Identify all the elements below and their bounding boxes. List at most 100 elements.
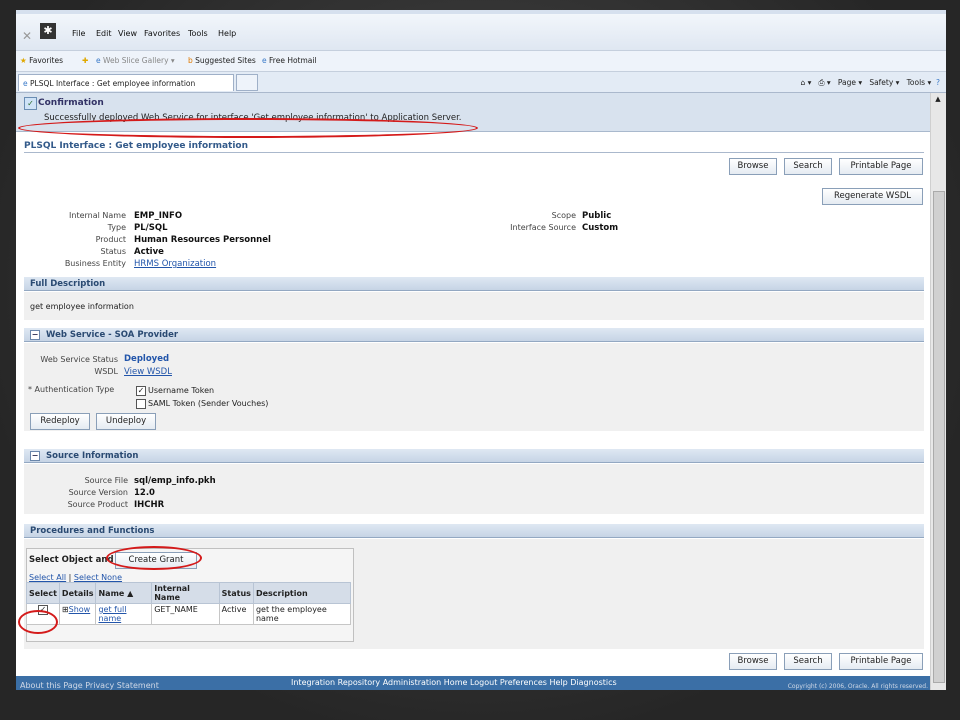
saml-token-label: SAML Token (Sender Vouches) [148,399,269,408]
footer-links[interactable]: Integration Repository Administration Ho… [291,678,617,687]
interface-source-label: Interface Source [510,223,576,232]
printable-page-button[interactable]: Printable Page [839,158,923,175]
new-tab-button[interactable] [236,74,258,91]
browser-tab-active[interactable]: e PLSQL Interface : Get employee informa… [18,74,234,91]
menu-favorites[interactable]: Favorites [144,29,180,38]
footer-about-links[interactable]: About this Page Privacy Statement [20,681,159,690]
source-info-body: Source File sql/emp_info.pkh Source Vers… [24,464,924,514]
menu-view[interactable]: View [118,29,137,38]
web-service-header[interactable]: − Web Service - SOA Provider [24,328,924,342]
web-service-body: Web Service Status Deployed WSDL View WS… [24,343,924,431]
confirmation-icon: ✓ [24,97,37,110]
favorites-item-suggested[interactable]: b Suggested Sites [188,56,256,65]
auth-type-label: * Authentication Type [28,385,115,394]
row-details-cell: ⊞Show [58,603,97,625]
menu-tools[interactable]: Tools [188,29,208,38]
favorites-item-label: Suggested Sites [195,56,256,65]
internal-name-label: Internal Name [69,211,126,220]
menu-file[interactable]: File [72,29,85,38]
procedure-name-link[interactable]: get full name [98,605,126,623]
favorites-item-web-slice[interactable]: e Web Slice Gallery ▾ [96,56,175,65]
select-all-link[interactable]: Select All [29,573,66,582]
show-details-link[interactable]: Show [69,605,91,614]
page-content: ✓ Confirmation Successfully deployed Web… [16,93,931,690]
row-description: get the employee name [252,603,352,625]
search-button-bottom[interactable]: Search [784,653,832,670]
column-details: Details [58,582,97,604]
star-icon: ★ [20,56,27,65]
view-wsdl-link[interactable]: View WSDL [124,367,172,377]
printable-page-button-bottom[interactable]: Printable Page [839,653,923,670]
tab-title: PLSQL Interface : Get employee informati… [30,79,196,88]
source-product-label: Source Product [67,500,128,509]
browse-button[interactable]: Browse [729,158,777,175]
select-links: Select All | Select None [29,573,123,582]
column-status: Status [218,582,254,604]
home-icon[interactable]: ⌂ ▾ [800,78,811,87]
menu-edit[interactable]: Edit [96,29,112,38]
ie-icon: e [262,56,267,65]
favorites-label: Favorites [29,56,64,65]
help-icon[interactable]: ? [936,78,940,87]
ie-icon: e [96,56,101,65]
row-status: Active [218,603,254,625]
annotation-circle-select [18,610,58,634]
screen-background: ✕ ✱ File Edit View Favorites Tools Help … [0,0,960,720]
source-version-label: Source Version [68,488,128,497]
full-description-text: get employee information [30,302,134,311]
username-token-checkbox[interactable]: ✓ [136,386,146,396]
close-icon[interactable]: ✕ [22,29,32,43]
row-name-cell: get full name [95,603,153,625]
annotation-circle-confirmation [18,118,478,138]
redeploy-button[interactable]: Redeploy [30,413,90,430]
web-service-header-label: Web Service - SOA Provider [46,330,179,340]
full-description-header: Full Description [24,277,924,291]
add-favorite-icon[interactable]: ✚ [82,56,88,65]
browser-window: ✕ ✱ File Edit View Favorites Tools Help … [16,10,946,690]
business-entity-label: Business Entity [64,259,126,268]
status-value: Active [134,247,164,257]
select-object-label: Select Object and [29,555,114,565]
favorites-button[interactable]: ★ Favorites [20,56,63,65]
browser-menubar: ✕ ✱ File Edit View Favorites Tools Help [16,14,946,51]
favorites-item-label: Free Hotmail [269,56,317,65]
scope-label: Scope [551,211,576,220]
browser-tabbar: e PLSQL Interface : Get employee informa… [16,72,946,93]
page-title: PLSQL Interface : Get employee informati… [24,141,249,151]
saml-token-checkbox[interactable] [136,399,146,409]
scroll-up-icon[interactable]: ▲ [933,95,943,105]
browse-button-bottom[interactable]: Browse [729,653,777,670]
favorites-item-hotmail[interactable]: e Free Hotmail [262,56,317,65]
ws-status-value: Deployed [124,354,170,364]
search-button[interactable]: Search [784,158,832,175]
command-bar: ⌂ ▾ ⎙ ▾ Page ▾ Safety ▾ Tools ▾ ? [800,78,940,88]
undeploy-button[interactable]: Undeploy [96,413,156,430]
bing-icon: b [188,56,193,65]
menu-help[interactable]: Help [218,29,236,38]
type-label: Type [107,223,126,232]
column-name[interactable]: Name ▲ [95,582,153,604]
safety-menu[interactable]: Safety ▾ [869,78,899,87]
username-token-label: Username Token [148,386,215,395]
print-icon[interactable]: ⎙ ▾ [819,78,831,87]
source-file-value: sql/emp_info.pkh [134,476,216,486]
source-info-header-label: Source Information [46,451,139,461]
page-menu[interactable]: Page ▾ [838,78,862,87]
collapse-icon[interactable]: − [30,450,40,461]
interface-source-value: Custom [582,223,619,233]
app-logo-icon: ✱ [40,23,56,39]
select-none-link[interactable]: Select None [74,573,122,582]
source-info-header[interactable]: − Source Information [24,449,924,463]
expand-icon[interactable]: ⊞ [62,605,69,614]
confirmation-title: Confirmation [38,98,104,108]
tools-menu[interactable]: Tools ▾ [907,78,932,87]
regenerate-wsdl-button[interactable]: Regenerate WSDL [822,188,923,205]
scroll-thumb[interactable] [933,191,945,683]
business-entity-link[interactable]: HRMS Organization [134,259,216,269]
wsdl-label: WSDL [94,367,118,376]
product-value: Human Resources Personnel [134,235,271,245]
type-value: PL/SQL [134,223,168,233]
source-file-label: Source File [84,476,128,485]
collapse-icon[interactable]: − [30,329,40,340]
vertical-scrollbar[interactable]: ▲ [930,93,946,690]
